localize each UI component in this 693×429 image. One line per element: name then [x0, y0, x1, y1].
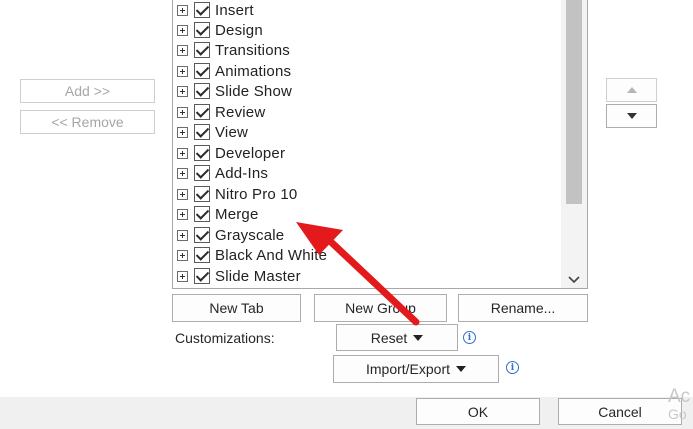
list-item[interactable]: Add-Ins	[177, 163, 557, 183]
expand-icon[interactable]	[177, 188, 188, 200]
tab-label: Review	[215, 103, 266, 121]
expand-icon[interactable]	[177, 126, 188, 138]
expand-icon[interactable]	[177, 229, 188, 241]
triangle-down-icon	[626, 113, 637, 119]
list-item[interactable]: Developer	[177, 143, 557, 163]
expand-icon[interactable]	[177, 147, 188, 159]
tab-label: Transitions	[215, 41, 291, 59]
checkbox-icon[interactable]	[194, 83, 210, 99]
move-down-button[interactable]	[606, 104, 657, 128]
info-icon[interactable]: i	[506, 361, 519, 374]
checkbox-icon[interactable]	[194, 206, 210, 222]
reset-label: Reset	[370, 329, 408, 346]
tab-label: Slide Show	[215, 82, 293, 100]
list-item[interactable]: Slide Master	[177, 266, 557, 286]
tab-label: Design	[215, 21, 263, 39]
checkbox-icon[interactable]	[194, 22, 210, 38]
tab-label: Slide Master	[215, 267, 301, 285]
remove-button[interactable]: << Remove	[20, 110, 155, 134]
new-tab-button[interactable]: New Tab	[172, 294, 301, 322]
ok-button[interactable]: OK	[416, 398, 540, 425]
checkbox-icon[interactable]	[194, 104, 210, 120]
list-item[interactable]: View	[177, 122, 557, 142]
checkbox-icon[interactable]	[194, 165, 210, 181]
tab-label: Merge	[215, 205, 259, 223]
add-button[interactable]: Add >>	[20, 79, 155, 103]
list-item[interactable]: Slide Show	[177, 81, 557, 101]
rename-button[interactable]: Rename...	[458, 294, 588, 322]
tab-label: Insert	[215, 1, 254, 19]
list-item[interactable]: Grayscale	[177, 225, 557, 245]
dropdown-arrow-icon	[456, 366, 467, 372]
list-item[interactable]: Design	[177, 20, 557, 40]
expand-icon[interactable]	[177, 85, 188, 97]
import-export-dropdown-button[interactable]: Import/Export	[333, 355, 499, 383]
ribbon-tabs-tree[interactable]: Insert Design Transitions Animations Sli…	[172, 0, 588, 289]
expand-icon[interactable]	[177, 65, 188, 77]
tab-label: Nitro Pro 10	[215, 185, 298, 203]
checkbox-icon[interactable]	[194, 2, 210, 18]
customizations-label: Customizations:	[175, 330, 275, 346]
cancel-button[interactable]: Cancel	[558, 398, 682, 425]
tab-label: View	[215, 123, 249, 141]
activation-watermark-line2: Go	[668, 406, 687, 422]
chevron-down-icon[interactable]	[567, 275, 581, 285]
tab-label: Grayscale	[215, 226, 285, 244]
vertical-scrollbar[interactable]	[561, 0, 587, 288]
import-export-label: Import/Export	[365, 361, 451, 377]
move-up-button[interactable]	[606, 78, 657, 102]
list-item[interactable]: Insert	[177, 0, 557, 20]
tab-label: Animations	[215, 62, 292, 80]
info-icon[interactable]: i	[463, 331, 476, 344]
tab-label: Add-Ins	[215, 164, 269, 182]
list-item[interactable]: Nitro Pro 10	[177, 184, 557, 204]
reset-dropdown-button[interactable]: Reset	[336, 324, 458, 351]
list-item[interactable]: Transitions	[177, 40, 557, 60]
expand-icon[interactable]	[177, 208, 188, 220]
list-item[interactable]: Merge	[177, 204, 557, 224]
checkbox-icon[interactable]	[194, 227, 210, 243]
triangle-up-icon	[626, 87, 637, 93]
tab-label: Developer	[215, 144, 286, 162]
checkbox-icon[interactable]	[194, 268, 210, 284]
activation-watermark-line1: Ac	[668, 386, 691, 407]
expand-icon[interactable]	[177, 44, 188, 56]
new-group-button[interactable]: New Group	[314, 294, 447, 322]
checkbox-icon[interactable]	[194, 124, 210, 140]
expand-icon[interactable]	[177, 4, 188, 16]
dropdown-arrow-icon	[413, 334, 424, 341]
scrollbar-thumb[interactable]	[566, 0, 582, 204]
expand-icon[interactable]	[177, 24, 188, 36]
expand-icon[interactable]	[177, 106, 188, 118]
expand-icon[interactable]	[177, 270, 188, 282]
checkbox-icon[interactable]	[194, 186, 210, 202]
list-item[interactable]: Black And White	[177, 245, 557, 265]
tab-label: Black And White	[215, 246, 328, 264]
list-item[interactable]: Review	[177, 102, 557, 122]
checkbox-icon[interactable]	[194, 63, 210, 79]
list-item[interactable]: Animations	[177, 61, 557, 81]
expand-icon[interactable]	[177, 249, 188, 261]
checkbox-icon[interactable]	[194, 42, 210, 58]
checkbox-icon[interactable]	[194, 145, 210, 161]
checkbox-icon[interactable]	[194, 247, 210, 263]
expand-icon[interactable]	[177, 167, 188, 179]
